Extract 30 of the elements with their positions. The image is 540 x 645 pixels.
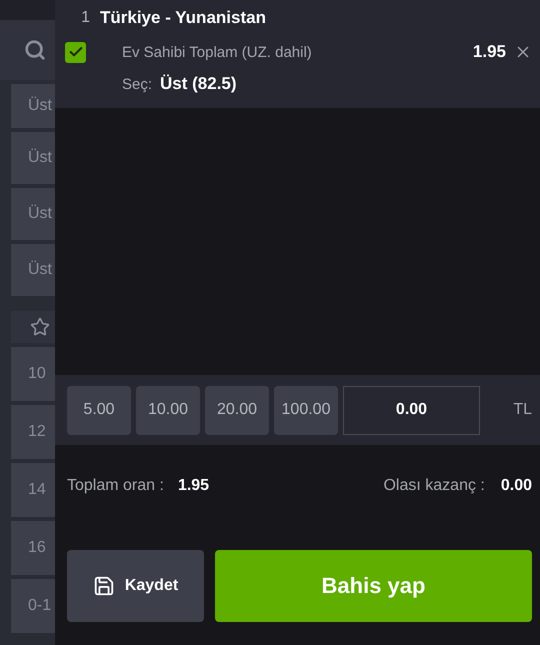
market-option[interactable]: 10: [11, 347, 55, 401]
pick-label: Seç:: [122, 76, 152, 93]
search-icon[interactable]: [24, 39, 46, 61]
market-option[interactable]: 16: [11, 521, 55, 575]
save-button[interactable]: Kaydet: [67, 550, 204, 622]
stake-button[interactable]: 20.00: [205, 386, 269, 434]
stake-button[interactable]: 5.00: [67, 386, 131, 434]
market-option[interactable]: Üst: [11, 188, 55, 240]
total-odds-label: Toplam oran :: [67, 477, 164, 495]
currency-label: TL: [513, 401, 532, 419]
pick-value: Üst (82.5): [160, 74, 237, 94]
bet-checkbox[interactable]: [65, 42, 86, 62]
potential-win-value: 0.00: [500, 477, 532, 495]
match-title: Türkiye - Yunanistan: [100, 8, 267, 28]
stake-button[interactable]: 100.00: [274, 386, 338, 434]
potential-win-label: Olası kazanç :: [383, 477, 485, 495]
market-option[interactable]: Üst: [11, 244, 55, 296]
bet-odds: 1.95: [472, 42, 506, 62]
market-option[interactable]: 14: [11, 463, 55, 517]
stake-button[interactable]: 10.00: [136, 386, 200, 434]
market-option[interactable]: 0-1: [11, 579, 55, 633]
place-bet-button[interactable]: Bahis yap: [215, 550, 532, 622]
market-name: Ev Sahibi Toplam (UZ. dahil): [121, 44, 313, 60]
bet-number: 1: [81, 9, 91, 27]
market-option[interactable]: 12: [11, 405, 55, 459]
star-icon[interactable]: [30, 317, 50, 337]
market-option[interactable]: Üst: [11, 84, 55, 128]
market-option[interactable]: Üst: [11, 132, 55, 184]
stake-input[interactable]: 0.00: [343, 386, 480, 434]
total-odds-value: 1.95: [178, 477, 210, 495]
